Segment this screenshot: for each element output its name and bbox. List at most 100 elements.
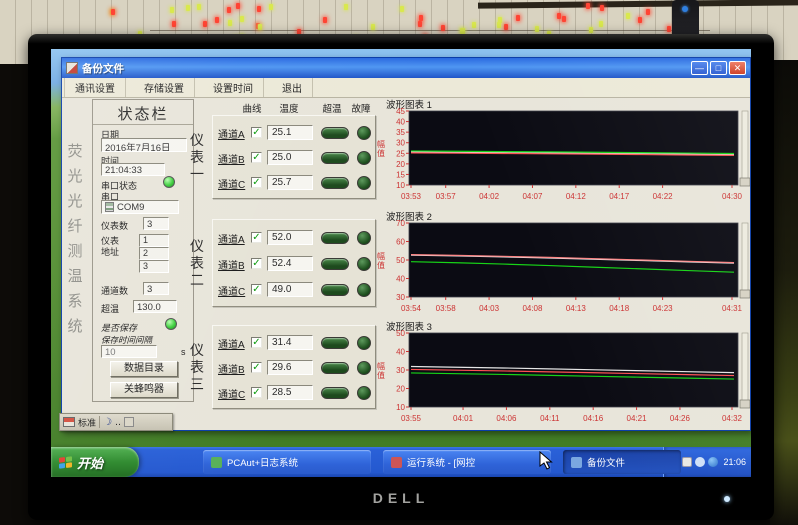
address-list-item[interactable]: 1: [139, 234, 169, 247]
menu-item-2[interactable]: 存储设置: [134, 78, 195, 97]
y-tick-label: 40: [396, 275, 405, 284]
column-header: 曲线: [242, 101, 261, 115]
temperature-field[interactable]: 52.0: [267, 230, 313, 245]
y-tick-label: 10: [396, 403, 405, 412]
monitor-brand-logo: DELL: [28, 490, 774, 506]
temperature-field[interactable]: 49.0: [267, 282, 313, 297]
channel-label: 通道A: [218, 336, 245, 351]
y-tick-label: 30: [396, 366, 405, 375]
mimic-bus-line: [150, 30, 710, 31]
indicator-led: [257, 6, 261, 12]
y-tick-label: 20: [396, 160, 405, 169]
data-directory-button[interactable]: 数据目录: [110, 361, 178, 377]
taskbar-item[interactable]: PCAut+日志系统: [203, 450, 371, 474]
channel-checkbox[interactable]: ✓: [251, 232, 262, 243]
y-axis-label: 值: [377, 260, 385, 270]
time-field[interactable]: 21:04:33: [101, 163, 165, 176]
channel-checkbox[interactable]: ✓: [251, 284, 262, 295]
channel-checkbox[interactable]: ✓: [251, 387, 262, 398]
start-button[interactable]: 开始: [51, 447, 139, 477]
x-tick-label: 03:55: [401, 414, 422, 423]
x-tick-label: 04:06: [496, 414, 517, 423]
indicator-led: [638, 17, 642, 23]
menu-item-4[interactable]: 退出: [272, 78, 313, 97]
indicator-led: [646, 9, 650, 15]
menu-item-3[interactable]: 设置时间: [203, 78, 264, 97]
maximize-button[interactable]: □: [710, 61, 727, 75]
indicator-led: [236, 3, 240, 9]
indicator-led: [562, 16, 566, 22]
ime-bar[interactable]: 标准 ☽ ‥: [59, 413, 173, 431]
waveform-chart: 波形图表 3幅值504030201003:5504:0104:0604:1104…: [372, 321, 750, 427]
tray-network-icon[interactable]: [708, 457, 718, 467]
address-list-item[interactable]: 3: [139, 260, 169, 273]
status-panel: 状态栏 日期 2016年7月16日 时间 21:04:33 串口状态 串口 CO…: [92, 99, 194, 402]
y-tick-label: 45: [396, 107, 405, 116]
indicator-led: [599, 21, 603, 27]
app-window: 备份文件 — □ ✕ 通讯设置存储设置设置时间退出 荧 光 光 纤 测 温 系 …: [61, 57, 751, 431]
overtemp-field[interactable]: 130.0: [133, 300, 177, 313]
y-tick-label: 30: [396, 293, 405, 302]
channel-row: 通道A ✓ 31.4: [213, 332, 375, 354]
moon-icon[interactable]: ☽: [103, 417, 112, 428]
y-axis-label: 幅: [377, 139, 385, 149]
temperature-field[interactable]: 52.4: [267, 256, 313, 271]
minimize-button[interactable]: —: [691, 61, 708, 75]
tray-language-icon[interactable]: [682, 457, 692, 467]
close-button[interactable]: ✕: [729, 61, 746, 75]
taskbar-item[interactable]: 备份文件: [563, 450, 681, 474]
keyboard-icon[interactable]: [63, 417, 75, 427]
taskbar: 开始 21:06 PCAut+日志系统运行系统 - [网控备份文件: [51, 447, 751, 477]
date-field[interactable]: 2016年7月16日: [101, 138, 187, 152]
channel-checkbox[interactable]: ✓: [251, 337, 262, 348]
indicator-led: [472, 22, 476, 28]
ime-options-icon[interactable]: [124, 417, 134, 427]
channel-checkbox[interactable]: ✓: [251, 362, 262, 373]
channel-checkbox[interactable]: ✓: [251, 127, 262, 138]
save-interval-field[interactable]: 10: [101, 345, 157, 358]
title-bar[interactable]: 备份文件 — □ ✕: [62, 58, 750, 78]
temperature-field[interactable]: 28.5: [267, 385, 313, 400]
ime-mode-label[interactable]: 标准: [78, 416, 96, 429]
save-led[interactable]: [165, 318, 177, 330]
overtemp-led: [321, 362, 349, 374]
monitor-power-led[interactable]: [724, 496, 730, 502]
app-body: 荧 光 光 纤 测 温 系 统 状态栏 日期 2016年7月16日 时间 21:…: [62, 99, 750, 430]
y-tick-label: 40: [396, 118, 405, 127]
menu-item-1[interactable]: 通讯设置: [64, 78, 126, 97]
indicator-led: [667, 26, 671, 32]
indicator-led: [186, 5, 190, 11]
temperature-field[interactable]: 25.7: [267, 175, 313, 190]
serial-port-combo[interactable]: COM9: [101, 200, 179, 214]
temperature-field[interactable]: 31.4: [267, 335, 313, 350]
chart-title: 波形图表 3: [386, 321, 432, 333]
channel-checkbox[interactable]: ✓: [251, 152, 262, 163]
waveform-chart: 波形图表 1幅值454035302520151003:5303:5704:020…: [372, 99, 750, 205]
taskbar-item[interactable]: 运行系统 - [网控: [383, 450, 551, 474]
divider: [99, 416, 100, 428]
indicator-led: [586, 3, 590, 9]
temperature-field[interactable]: 29.6: [267, 360, 313, 375]
instrument-count-field[interactable]: 3: [143, 217, 169, 230]
overtemp-led: [321, 152, 349, 164]
channel-checkbox[interactable]: ✓: [251, 258, 262, 269]
address-list-item[interactable]: 2: [139, 247, 169, 260]
y-tick-label: 10: [396, 181, 405, 190]
indicator-led: [227, 7, 231, 13]
y-axis-label: 值: [377, 148, 385, 158]
temperature-field[interactable]: 25.0: [267, 150, 313, 165]
ime-dots[interactable]: ‥: [115, 417, 121, 428]
temperature-field[interactable]: 25.1: [267, 125, 313, 140]
tray-usb-icon[interactable]: [695, 457, 705, 467]
indicator-led: [497, 22, 501, 28]
buzzer-off-button[interactable]: 关蜂鸣器: [110, 382, 178, 398]
x-tick-label: 04:26: [670, 414, 691, 423]
x-tick-label: 03:58: [436, 304, 457, 313]
channel-label: 通道C: [218, 176, 245, 191]
x-tick-label: 04:07: [522, 192, 543, 201]
desktop-wallpaper: 备份文件 — □ ✕ 通讯设置存储设置设置时间退出 荧 光 光 纤 测 温 系 …: [51, 49, 751, 477]
overtemp-led: [321, 387, 349, 399]
channel-checkbox[interactable]: ✓: [251, 177, 262, 188]
chart-title: 波形图表 2: [386, 211, 432, 223]
channel-count-field[interactable]: 3: [143, 282, 169, 295]
